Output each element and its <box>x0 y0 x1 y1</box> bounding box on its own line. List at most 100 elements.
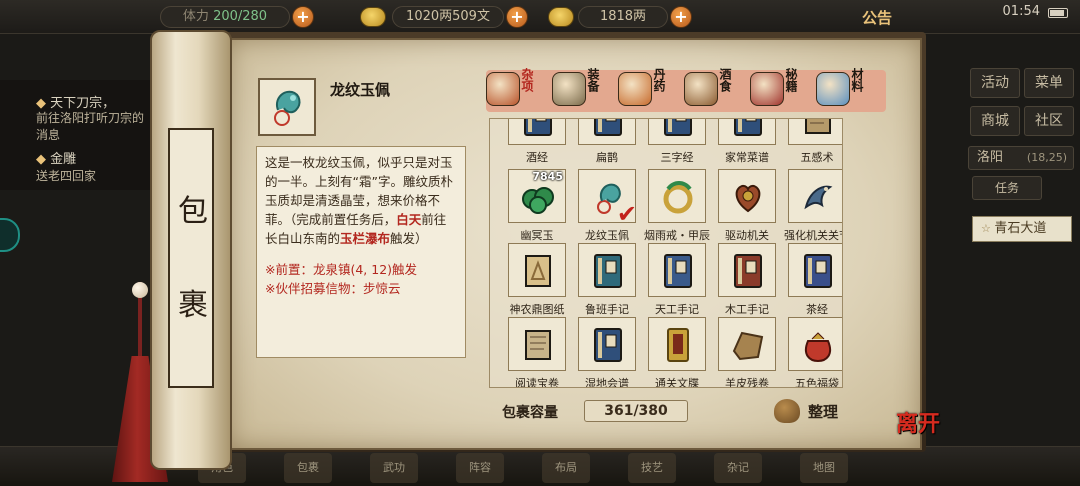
close-button[interactable]: 离开 <box>894 404 942 448</box>
side-dial-icon[interactable] <box>0 218 20 252</box>
menu-button[interactable]: 菜单 <box>1024 68 1074 98</box>
quest-title[interactable]: 天下刀宗， <box>36 92 115 111</box>
bottom-menu-button[interactable]: 地图 <box>800 453 848 483</box>
tab-2[interactable]: 丹药 <box>618 66 678 114</box>
item-name: 酒经 <box>526 151 548 164</box>
book-icon <box>664 254 692 288</box>
bottom-menu-button[interactable]: 武功 <box>370 453 418 483</box>
item-slot[interactable] <box>578 243 636 297</box>
item-slot[interactable] <box>508 317 566 371</box>
inventory-item[interactable]: 湿地会谱 <box>578 317 636 387</box>
item-slot[interactable] <box>578 317 636 371</box>
bottom-menu-button[interactable]: 技艺 <box>628 453 676 483</box>
item-slot[interactable] <box>718 169 776 223</box>
item-name: 鲁班手记 <box>585 303 629 316</box>
item-slot[interactable] <box>508 243 566 297</box>
quest-panel[interactable]: 天下刀宗， 前往洛阳打听刀宗的消息 金雕 送老四回家 <box>0 80 160 190</box>
inventory-item[interactable]: 强化机关关节 <box>784 169 842 242</box>
add-stamina-button[interactable]: + <box>292 6 314 28</box>
inventory-item[interactable]: 通关文牒 <box>648 317 706 387</box>
shop-button[interactable]: 商城 <box>970 106 1020 136</box>
item-slot[interactable]: ✔ <box>578 169 637 228</box>
inventory-item[interactable]: 三字经 <box>648 119 706 164</box>
tab-category-icon <box>816 72 850 106</box>
inventory-item[interactable]: 鲁班手记 <box>578 243 636 316</box>
inventory-item[interactable]: 天工手记 <box>648 243 706 316</box>
inventory-item[interactable]: 7845 幽冥玉 <box>508 169 566 242</box>
bottom-menu-button[interactable]: 包裹 <box>284 453 332 483</box>
tab-1[interactable]: 装备 <box>552 66 612 114</box>
item-name: 羊皮残卷 <box>725 377 769 388</box>
tab-4[interactable]: 秘籍 <box>750 66 810 114</box>
inventory-item[interactable]: ✔ 龙纹玉佩 <box>578 169 637 242</box>
community-button[interactable]: 社区 <box>1024 106 1074 136</box>
stamina-label: 体力 <box>182 9 209 24</box>
capacity-label: 包裹容量 <box>502 405 558 421</box>
inventory-item[interactable]: 茶经 <box>788 243 842 316</box>
bottom-menu-button[interactable]: 布局 <box>542 453 590 483</box>
tab-0[interactable]: 杂项 <box>486 66 546 114</box>
notice-button[interactable]: 公告 <box>862 7 892 28</box>
tab-label: 秘籍 <box>784 68 798 92</box>
pouch-icon <box>804 332 832 363</box>
item-slot[interactable] <box>788 169 842 223</box>
item-slot[interactable] <box>578 119 636 145</box>
item-name: 驱动机关 <box>725 229 769 242</box>
inventory-item[interactable]: 木工手记 <box>718 243 776 316</box>
bottom-menu-label: 地图 <box>813 461 835 474</box>
item-slot[interactable] <box>788 119 842 145</box>
item-name: 神农鼎图纸 <box>509 303 565 316</box>
inventory-item[interactable]: 家常菜谱 <box>718 119 776 164</box>
item-slot[interactable] <box>788 243 842 297</box>
add-ingot-button[interactable]: + <box>670 6 692 28</box>
item-slot[interactable] <box>788 317 842 371</box>
inventory-item[interactable]: 羊皮残卷 <box>718 317 776 387</box>
sub-tab-button[interactable]: 任务 <box>972 176 1042 200</box>
inventory-item[interactable]: 驱动机关 <box>718 169 776 242</box>
bottom-menu-button[interactable]: 杂记 <box>714 453 762 483</box>
add-money-button[interactable]: + <box>506 6 528 28</box>
leather-icon <box>732 331 764 361</box>
inventory-item[interactable]: 酒经 <box>508 119 566 164</box>
inventory-item[interactable]: 神农鼎图纸 <box>508 243 566 316</box>
place-item[interactable]: 青石大道 <box>972 216 1072 242</box>
book-icon <box>594 254 622 288</box>
money-pill: 1020两509文 <box>392 6 504 28</box>
tab-5[interactable]: 材料 <box>816 66 876 114</box>
inventory-item[interactable]: 五感术 <box>788 119 842 164</box>
tab-3[interactable]: 酒食 <box>684 66 744 114</box>
inventory-item[interactable]: 烟雨戒・甲辰 <box>644 169 710 242</box>
sort-button[interactable]: 整理 <box>772 397 848 425</box>
inventory-item[interactable]: 阅读宝卷 <box>508 317 566 387</box>
book-icon <box>594 328 622 362</box>
quest-title[interactable]: 金雕 <box>36 148 76 167</box>
location-box[interactable]: 洛阳 (18,25) <box>968 146 1074 170</box>
item-slot[interactable] <box>718 317 776 371</box>
jade-icon <box>522 187 554 214</box>
item-slot[interactable] <box>648 169 706 223</box>
inventory-item[interactable]: 五色福袋 <box>788 317 842 387</box>
activity-button[interactable]: 活动 <box>970 68 1020 98</box>
item-slot[interactable] <box>718 243 776 297</box>
item-name: 阅读宝卷 <box>515 377 559 388</box>
selected-item-icon <box>258 78 316 136</box>
item-description-box: 这是一枚龙纹玉佩，似乎只是对玉的一半。上刻有“霜”字。雕纹质朴玉质却是清透晶莹，… <box>256 146 466 358</box>
book-icon <box>664 119 692 136</box>
item-slot[interactable] <box>508 119 566 145</box>
item-slot[interactable] <box>648 317 706 371</box>
bottom-menu-label: 阵容 <box>469 461 491 474</box>
pendant-icon <box>274 90 301 126</box>
item-slot[interactable] <box>718 119 776 145</box>
inventory-item[interactable]: 扁鹊 <box>578 119 636 164</box>
item-name: 茶经 <box>806 303 828 316</box>
clock-text: 01:54 <box>1002 4 1040 19</box>
item-slot[interactable]: 7845 <box>508 169 566 223</box>
bottom-menu-button[interactable]: 阵容 <box>456 453 504 483</box>
inventory-grid[interactable]: 酒经 扁鹊 三字经 家常菜谱 五感术 7845 幽冥玉 ✔ 龙纹玉佩 烟雨戒・甲辰驱动机关 强化机关… <box>489 118 843 388</box>
bottom-menu-label: 包裹 <box>297 461 319 474</box>
tab-label: 丹药 <box>652 68 666 92</box>
book-icon <box>734 119 762 136</box>
item-name: 通关文牒 <box>655 377 699 388</box>
item-slot[interactable] <box>648 119 706 145</box>
item-slot[interactable] <box>648 243 706 297</box>
